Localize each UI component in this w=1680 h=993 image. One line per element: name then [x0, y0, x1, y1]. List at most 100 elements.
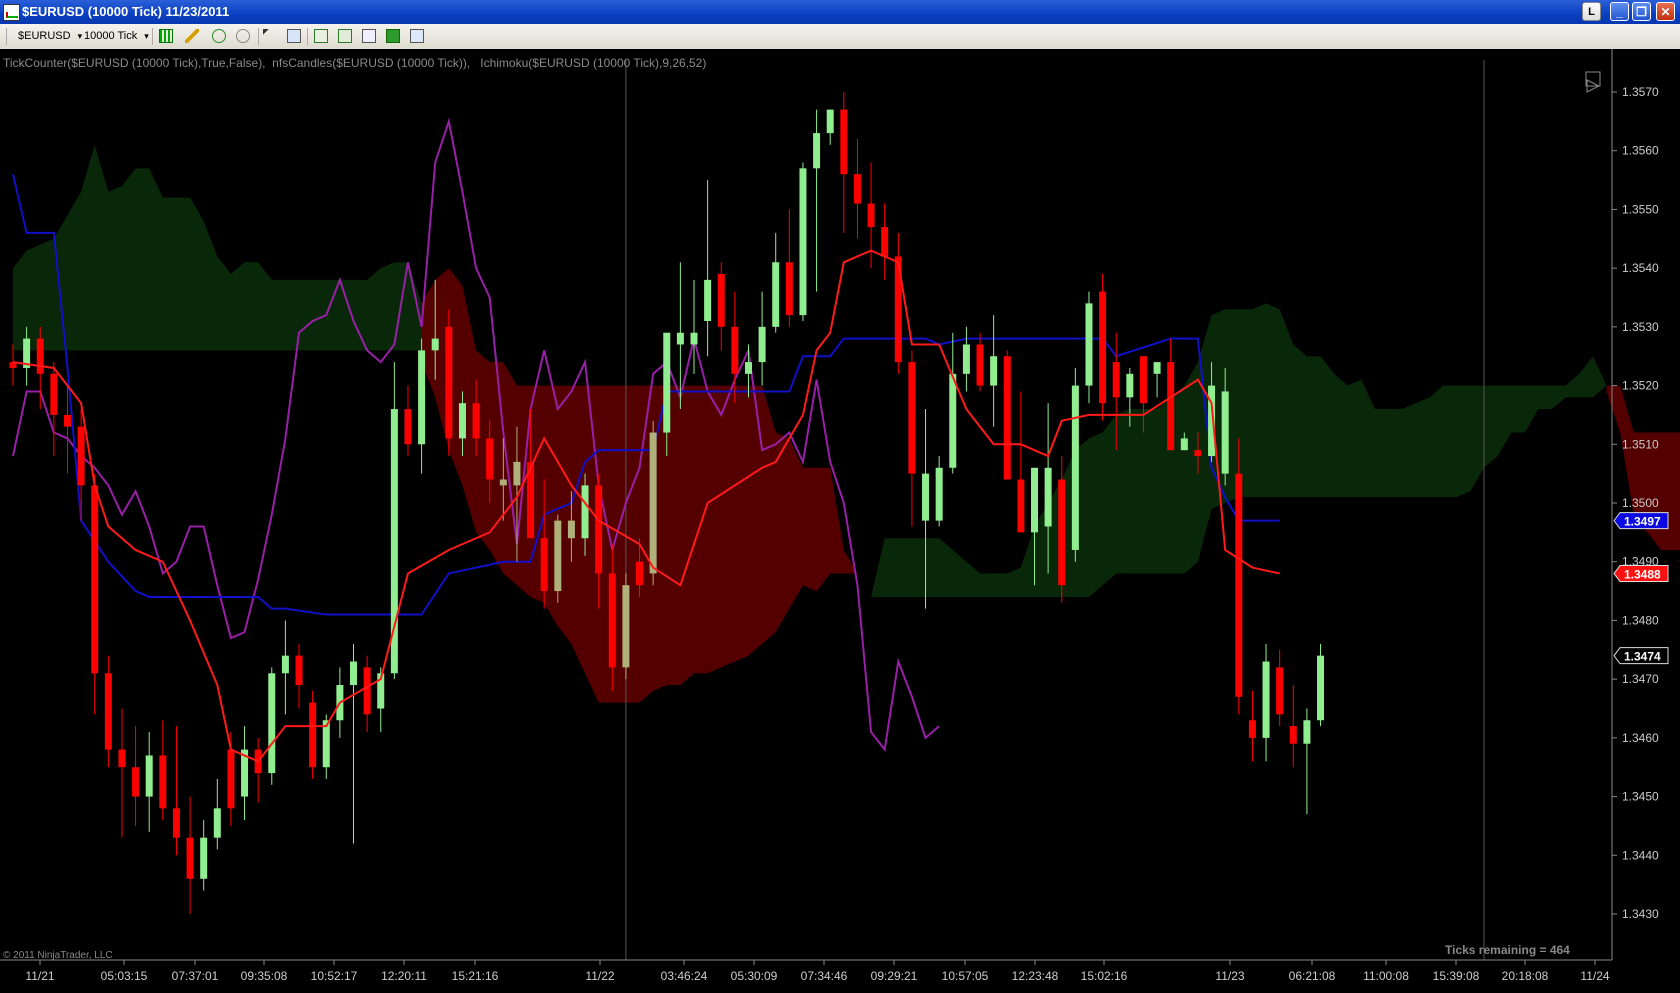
y-tick-label: 1.3540 — [1622, 261, 1659, 275]
candle-body — [935, 467, 943, 521]
close-button[interactable]: ✕ — [1656, 2, 1675, 21]
candle-body — [649, 432, 657, 574]
link-button[interactable]: L — [1582, 2, 1601, 21]
candle-body — [418, 350, 426, 445]
candle-body — [486, 438, 494, 480]
chevron-down-icon: ▾ — [77, 31, 83, 41]
candle-body — [622, 585, 630, 668]
x-tick-label: 12:23:48 — [1012, 969, 1059, 983]
candle-body — [363, 667, 371, 715]
x-tick-label: 20:18:08 — [1502, 969, 1549, 983]
candle-body — [295, 655, 303, 686]
candle-body — [990, 356, 998, 386]
chart-trader-icon[interactable] — [410, 29, 424, 43]
candle-body — [513, 461, 521, 486]
candle-body — [350, 661, 357, 686]
candle-body — [1194, 450, 1202, 457]
zoom-in-icon[interactable] — [212, 29, 226, 43]
x-tick-label: 06:21:08 — [1289, 969, 1336, 983]
candle-body — [458, 403, 466, 439]
candle-body — [731, 326, 739, 374]
copyright-text: © 2011 NinjaTrader, LLC — [3, 950, 113, 961]
candle-body — [949, 373, 957, 468]
toolbar-separator — [307, 28, 308, 45]
candle-body — [499, 479, 507, 486]
restore-button[interactable]: ❐ — [1632, 2, 1651, 21]
toolbar-separator — [152, 28, 153, 45]
candle-body — [704, 279, 712, 321]
candle-body — [908, 362, 916, 474]
ticks-remaining: Ticks remaining = 464 — [1445, 943, 1570, 957]
instrument-selector[interactable]: $EURUSD ▾ — [18, 27, 82, 46]
x-tick-label: 07:37:01 — [172, 969, 219, 983]
candle-body — [1085, 303, 1093, 386]
candle-body — [91, 485, 99, 674]
candle-body — [445, 326, 453, 439]
x-tick-label: 11/23 — [1215, 969, 1244, 983]
candle-body — [36, 338, 44, 374]
candle-body — [826, 109, 834, 134]
minimize-button[interactable]: _ — [1610, 2, 1629, 21]
candle-body — [785, 262, 793, 316]
candle-body — [172, 808, 180, 838]
price-marker-label: 1.3474 — [1624, 650, 1661, 664]
y-tick-label: 1.3530 — [1622, 320, 1659, 334]
x-tick-label: 10:57:05 — [942, 969, 989, 983]
candle-body — [1262, 661, 1270, 738]
candle-body — [1153, 362, 1161, 374]
price-marker-label: 1.3497 — [1624, 515, 1661, 529]
x-tick-label: 15:02:16 — [1081, 969, 1128, 983]
candle-body — [159, 755, 167, 809]
candle-body — [1003, 356, 1011, 480]
candle-body — [1303, 720, 1311, 744]
candle-body — [186, 837, 194, 879]
x-tick-label: 12:20:11 — [381, 969, 427, 983]
candle-body — [608, 573, 616, 668]
data-box-icon[interactable] — [314, 29, 328, 43]
candle-body — [717, 274, 725, 327]
interval-selector[interactable]: 10000 Tick ▾ — [84, 27, 149, 46]
bar-style-icon[interactable] — [159, 29, 173, 43]
candle-body — [813, 133, 821, 169]
y-tick-label: 1.3440 — [1622, 848, 1659, 862]
candle-body — [1317, 655, 1325, 721]
cursor-icon[interactable] — [263, 29, 277, 43]
candle-body — [1289, 726, 1297, 744]
x-tick-label: 11:00:08 — [1363, 969, 1409, 983]
draw-pencil-icon[interactable] — [185, 29, 199, 43]
x-tick-label: 07:34:46 — [801, 969, 848, 983]
candle-body — [268, 673, 276, 774]
candle-body — [1235, 473, 1243, 697]
title-bar: $EURUSD (10000 Tick) 11/23/2011 L _ ❐ ✕ — [0, 0, 1680, 24]
candle-body — [50, 373, 58, 415]
candle-body — [799, 168, 807, 316]
candle-body — [772, 262, 780, 327]
x-tick-label: 15:39:08 — [1433, 969, 1480, 983]
x-tick-label: 05:30:09 — [731, 969, 778, 983]
chevron-down-icon: ▾ — [144, 31, 149, 41]
indicators-icon[interactable] — [338, 29, 352, 43]
candle-body — [758, 326, 766, 363]
candle-body — [744, 362, 752, 374]
y-tick-label: 1.3470 — [1622, 672, 1659, 686]
strategies-icon[interactable] — [362, 29, 376, 43]
candle-body — [1167, 362, 1175, 451]
properties-icon[interactable] — [287, 29, 301, 43]
y-tick-label: 1.3460 — [1622, 731, 1659, 745]
dollar-icon[interactable] — [386, 29, 400, 43]
candle-body — [1058, 479, 1066, 586]
candle-body — [636, 561, 644, 586]
candle-body — [922, 473, 930, 521]
candle-body — [145, 755, 153, 797]
instrument-label: $EURUSD — [18, 30, 71, 42]
x-tick-label: 09:29:21 — [871, 969, 918, 983]
price-chart[interactable]: 1.3570 1.3560 1.3550 1.3540 1.3530 1.3520 1.35… — [0, 49, 1680, 993]
candle-body — [104, 673, 112, 750]
toolbar-grip — [6, 28, 7, 45]
chart-background — [0, 49, 1680, 993]
candle-body — [867, 203, 875, 228]
zoom-out-icon[interactable] — [236, 29, 250, 43]
candle-body — [1071, 385, 1079, 550]
candle-body — [567, 520, 575, 539]
candle-body — [281, 655, 289, 674]
